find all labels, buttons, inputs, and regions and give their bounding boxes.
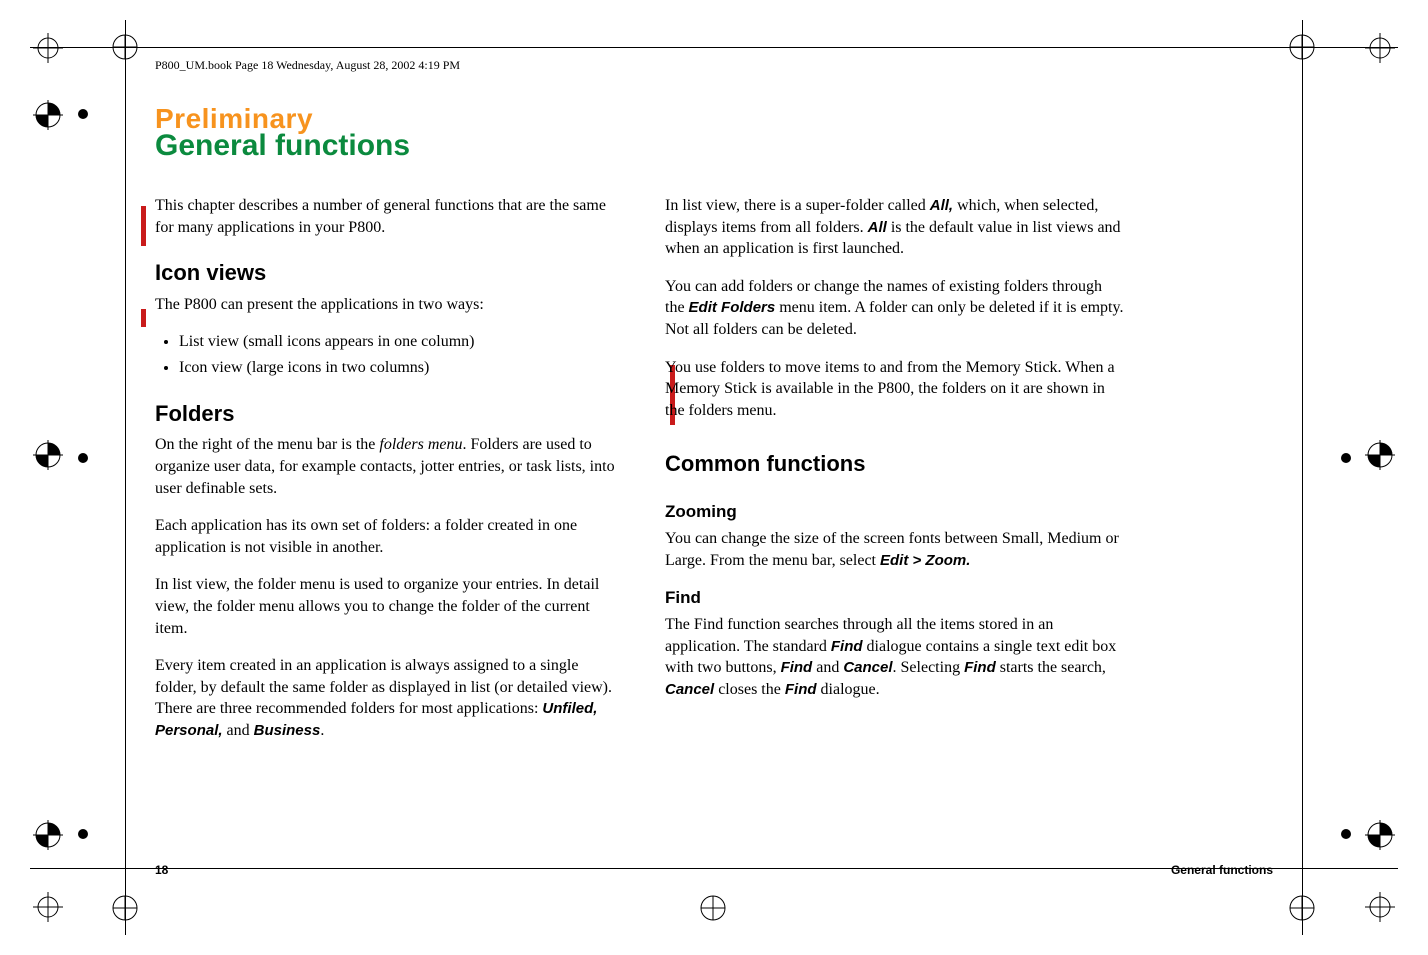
- folders-paragraph-4: Every item created in an application is …: [155, 655, 615, 741]
- text-run-italic: folders menu: [379, 436, 462, 453]
- running-header: P800_UM.book Page 18 Wednesday, August 2…: [155, 58, 1273, 73]
- icon-views-paragraph: The P800 can present the applications in…: [155, 294, 615, 316]
- registration-mark-icon: [33, 33, 63, 63]
- registration-dot-icon: [1338, 450, 1354, 466]
- footer-section-title: General functions: [1171, 863, 1273, 877]
- registration-mark-icon: [33, 820, 63, 850]
- intro-paragraph: This chapter describes a number of gener…: [155, 195, 615, 238]
- folders-paragraph-1: On the right of the menu bar is the fold…: [155, 434, 615, 499]
- two-column-layout: This chapter describes a number of gener…: [155, 195, 1273, 757]
- registration-dot-icon: [1338, 826, 1354, 842]
- chapter-title: General functions: [155, 129, 1273, 163]
- folders-paragraph-3: In list view, the folder menu is used to…: [155, 574, 615, 639]
- crop-line: [30, 47, 1398, 48]
- content-area: P800_UM.book Page 18 Wednesday, August 2…: [155, 58, 1273, 757]
- registration-mark-icon: [1365, 892, 1395, 922]
- list-item: Icon view (large icons in two columns): [179, 357, 615, 379]
- registration-mark-icon: [1289, 34, 1315, 60]
- page-number: 18: [155, 863, 168, 877]
- zooming-paragraph: You can change the size of the screen fo…: [665, 528, 1125, 571]
- text-run: dialogue.: [817, 681, 880, 698]
- registration-mark-icon: [112, 34, 138, 60]
- registration-mark-icon: [33, 100, 63, 130]
- registration-mark-icon: [1365, 33, 1395, 63]
- text-run-bolditalic: Find: [831, 638, 863, 655]
- registration-mark-icon: [33, 892, 63, 922]
- text-run-bolditalic: Cancel: [843, 659, 892, 676]
- text-run: In list view, there is a super-folder ca…: [665, 197, 930, 214]
- right-paragraph-2: You can add folders or change the names …: [665, 276, 1125, 341]
- change-bar-icon: [141, 309, 146, 327]
- text-run: starts the search,: [996, 659, 1106, 676]
- crop-line: [1302, 20, 1303, 935]
- heading-zooming: Zooming: [665, 501, 1125, 524]
- text-run-bolditalic: Cancel: [665, 681, 714, 698]
- text-run: . Selecting: [893, 659, 965, 676]
- text-run: and: [223, 722, 254, 739]
- right-paragraph-1: In list view, there is a super-folder ca…: [665, 195, 1125, 260]
- registration-dot-icon: [75, 826, 91, 842]
- registration-mark-icon: [112, 895, 138, 921]
- registration-mark-icon: [1289, 895, 1315, 921]
- registration-mark-icon: [33, 440, 63, 470]
- text-run-bolditalic: Edit Folders: [689, 299, 776, 316]
- text-run-bolditalic: Find: [785, 681, 817, 698]
- text-run-bolditalic: All,: [930, 197, 953, 214]
- registration-dot-icon: [75, 106, 91, 122]
- registration-mark-icon: [700, 895, 726, 921]
- left-column: This chapter describes a number of gener…: [155, 195, 615, 757]
- text-run: and: [812, 659, 843, 676]
- heading-icon-views: Icon views: [155, 258, 615, 288]
- registration-dot-icon: [75, 450, 91, 466]
- find-paragraph: The Find function searches through all t…: [665, 614, 1125, 700]
- text-run: closes the: [714, 681, 785, 698]
- registration-mark-icon: [1365, 820, 1395, 850]
- folders-paragraph-2: Each application has its own set of fold…: [155, 515, 615, 558]
- heading-common-functions: Common functions: [665, 449, 1125, 479]
- right-column: In list view, there is a super-folder ca…: [665, 195, 1125, 757]
- list-item: List view (small icons appears in one co…: [179, 331, 615, 353]
- heading-find: Find: [665, 587, 1125, 610]
- text-run-bolditalic: All: [868, 219, 887, 236]
- text-run-bolditalic: Business: [254, 722, 321, 739]
- registration-mark-icon: [1365, 440, 1395, 470]
- text-run-bolditalic: Find: [964, 659, 996, 676]
- text-run-bolditalic: Find: [781, 659, 813, 676]
- text-run: .: [320, 722, 324, 739]
- text-run-bolditalic: Edit > Zoom.: [880, 552, 970, 569]
- page-footer: 18 General functions: [155, 863, 1273, 877]
- change-bar-icon: [141, 206, 146, 246]
- right-paragraph-3: You use folders to move items to and fro…: [665, 357, 1125, 422]
- heading-folders: Folders: [155, 399, 615, 429]
- page-container: P800_UM.book Page 18 Wednesday, August 2…: [0, 0, 1428, 955]
- crop-line: [125, 20, 126, 935]
- icon-views-list: List view (small icons appears in one co…: [155, 331, 615, 378]
- text-run: On the right of the menu bar is the: [155, 436, 379, 453]
